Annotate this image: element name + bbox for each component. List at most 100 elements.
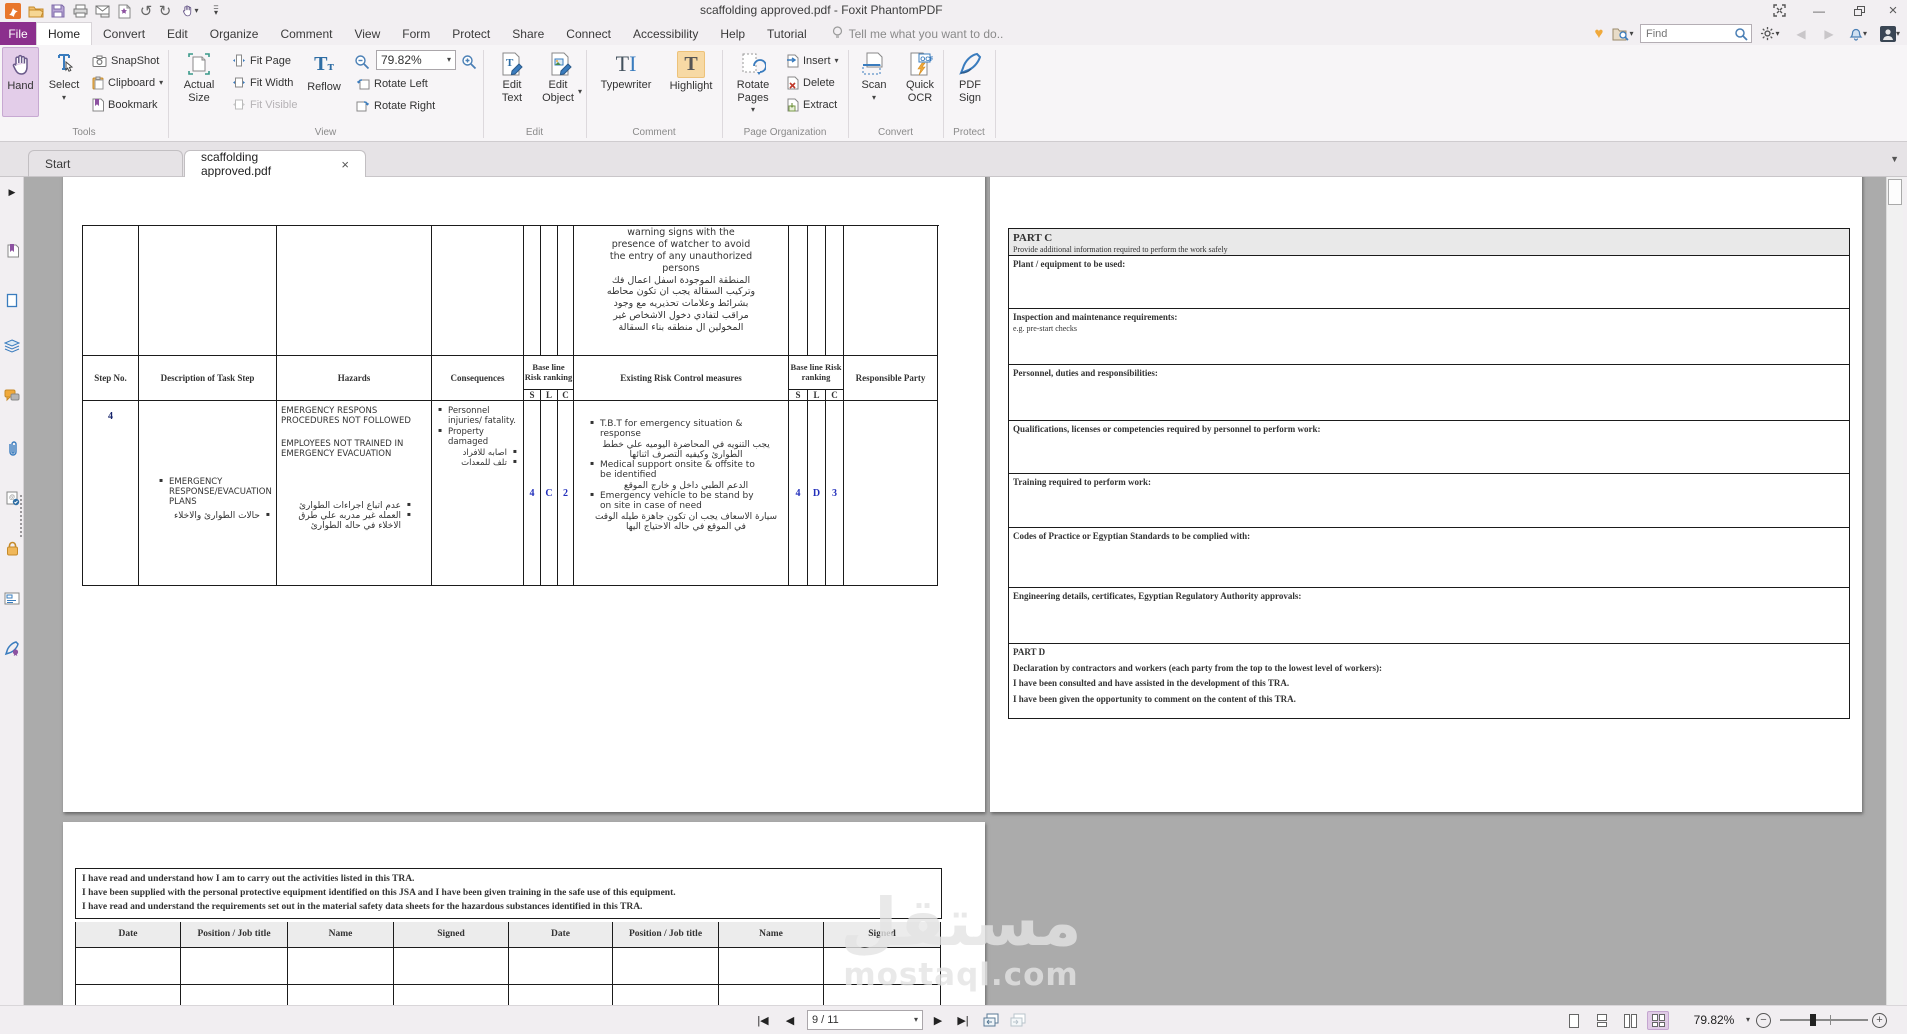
attachments-panel-button[interactable] [3, 439, 21, 457]
bookmark-button[interactable]: Bookmark [92, 94, 158, 115]
close-button[interactable]: × [1878, 0, 1907, 21]
tab-tutorial[interactable]: Tutorial [756, 22, 818, 45]
pdf-sign-button[interactable]: PDF Sign [948, 47, 992, 117]
new-document-button[interactable] [114, 1, 134, 21]
scan-button[interactable]: Scan ▾ [853, 47, 895, 117]
first-page-button[interactable]: |◀ [750, 1010, 776, 1030]
fullscreen-button[interactable] [1764, 0, 1794, 21]
panel-resize-grip[interactable] [20, 495, 22, 537]
extract-pages-button[interactable]: Extract [786, 94, 837, 115]
tab-protect[interactable]: Protect [441, 22, 501, 45]
last-page-button[interactable]: ▶| [950, 1010, 976, 1030]
redo-button[interactable]: ↻ [155, 1, 175, 21]
fields-panel-button[interactable] [3, 589, 21, 607]
tab-share[interactable]: Share [501, 22, 555, 45]
typewriter-button[interactable]: TI Typewriter [594, 47, 658, 117]
clipboard-button[interactable]: Clipboard ▾ [92, 72, 163, 93]
signatures-panel-button[interactable]: @ [3, 489, 21, 507]
tell-me-box[interactable]: Tell me what you want to do.. [818, 22, 1003, 45]
quick-ocr-button[interactable]: OCR Quick OCR [898, 47, 942, 117]
tab-view[interactable]: View [343, 22, 391, 45]
status-zoom-caret[interactable]: ▾ [1742, 1010, 1754, 1030]
fit-width-button[interactable]: Fit Width [232, 72, 293, 93]
tab-close-icon[interactable]: × [341, 157, 349, 172]
facing-view-button[interactable] [1619, 1011, 1641, 1030]
digital-sign-panel-button[interactable] [3, 639, 21, 657]
document-view[interactable]: warning signs with the presence of watch… [24, 177, 1886, 1005]
rotate-left-button[interactable]: Rotate Left [356, 73, 428, 94]
reflow-button[interactable]: Tᴛ Reflow [300, 47, 348, 117]
actual-size-button[interactable]: Actual Size [172, 47, 226, 117]
customize-toolbar-button[interactable]: = ▾ [206, 1, 226, 21]
hand-tool-quick-button[interactable]: ▾ [176, 1, 204, 21]
hand-tool-button[interactable]: Hand [2, 47, 39, 117]
search-icon[interactable] [1734, 27, 1748, 41]
next-view-button[interactable] [1007, 1010, 1029, 1030]
tab-convert[interactable]: Convert [92, 22, 156, 45]
vertical-scrollbar[interactable] [1886, 177, 1903, 1005]
save-button[interactable] [48, 1, 68, 21]
single-page-view-button[interactable] [1563, 1011, 1585, 1030]
history-back-button[interactable]: ◀ [1790, 24, 1812, 43]
history-forward-button[interactable]: ▶ [1818, 24, 1840, 43]
minimize-button[interactable]: — [1804, 0, 1834, 21]
tab-edit[interactable]: Edit [156, 22, 199, 45]
rotate-right-button[interactable]: Rotate Right [356, 95, 435, 116]
comments-panel-button[interactable] [3, 387, 21, 405]
continuous-facing-view-button[interactable] [1647, 1011, 1669, 1030]
bookmarks-panel-button[interactable] [3, 241, 21, 259]
tab-accessibility[interactable]: Accessibility [622, 22, 709, 45]
tab-comment[interactable]: Comment [269, 22, 343, 45]
edit-object-icon [551, 52, 572, 76]
previous-view-button[interactable] [980, 1010, 1002, 1030]
tab-form[interactable]: Form [391, 22, 441, 45]
continuous-view-button[interactable] [1591, 1011, 1613, 1030]
settings-button[interactable]: ▾ [1756, 24, 1784, 43]
bookmarks-panel-icon [7, 243, 19, 257]
zoom-slider-track[interactable] [1780, 1019, 1868, 1021]
open-file-button[interactable] [26, 1, 46, 21]
account-button[interactable]: ▾ [1874, 24, 1906, 43]
doc-tab-active[interactable]: scaffolding approved.pdf × [184, 150, 366, 178]
doc-tab-start[interactable]: Start [28, 150, 183, 177]
tab-help[interactable]: Help [709, 22, 756, 45]
zoom-slider-thumb[interactable] [1810, 1014, 1816, 1026]
status-zoom-out-button[interactable]: − [1756, 1010, 1771, 1030]
fit-page-button[interactable]: Fit Page [232, 50, 291, 71]
email-button[interactable] [92, 1, 112, 21]
security-panel-button[interactable] [3, 539, 21, 557]
restore-button[interactable] [1844, 0, 1874, 21]
previous-page-button[interactable]: ◀ [780, 1010, 800, 1030]
zoom-level-combo[interactable]: 79.82% ▾ [376, 50, 456, 70]
tab-home[interactable]: Home [36, 22, 93, 45]
print-button[interactable] [70, 1, 90, 21]
zoom-out-button[interactable] [354, 51, 370, 72]
snapshot-button[interactable]: SnapShot [92, 50, 159, 71]
edit-object-button[interactable]: Edit Object ▾ [538, 47, 584, 117]
pages-panel-button[interactable] [3, 291, 21, 309]
tab-connect[interactable]: Connect [555, 22, 622, 45]
undo-button[interactable]: ↺ [136, 1, 156, 21]
expand-panel-button[interactable]: ▶ [3, 183, 21, 201]
favorites-button[interactable]: ♥ [1590, 24, 1608, 43]
highlight-button[interactable]: T Highlight [662, 47, 720, 117]
insert-pages-button[interactable]: Insert ▾ [786, 50, 839, 71]
tab-file[interactable]: File [0, 22, 36, 45]
page-number-combo[interactable]: 9 / 11 ▾ [807, 1010, 923, 1030]
search-folder-button[interactable]: ▾ [1610, 24, 1636, 43]
edit-text-button[interactable]: T Edit Text [490, 47, 534, 117]
rotate-pages-button[interactable]: Rotate Pages ▾ [727, 47, 779, 117]
scrollbar-thumb[interactable] [1888, 179, 1902, 205]
group-label-convert: Convert [877, 127, 913, 138]
layers-panel-button[interactable] [3, 337, 21, 355]
tab-overflow-button[interactable]: ▼ [1890, 154, 1899, 164]
next-page-button[interactable]: ▶ [928, 1010, 948, 1030]
status-zoom-in-button[interactable]: + [1872, 1010, 1887, 1030]
delete-pages-button[interactable]: Delete [786, 72, 835, 93]
zoom-in-button[interactable] [461, 51, 477, 72]
select-tool-button[interactable]: Select ▾ [41, 47, 87, 117]
tab-organize[interactable]: Organize [199, 22, 270, 45]
fit-visible-button[interactable]: Fit Visible [232, 94, 297, 115]
find-input[interactable] [1641, 27, 1734, 40]
notifications-button[interactable]: ▾ [1844, 24, 1872, 43]
